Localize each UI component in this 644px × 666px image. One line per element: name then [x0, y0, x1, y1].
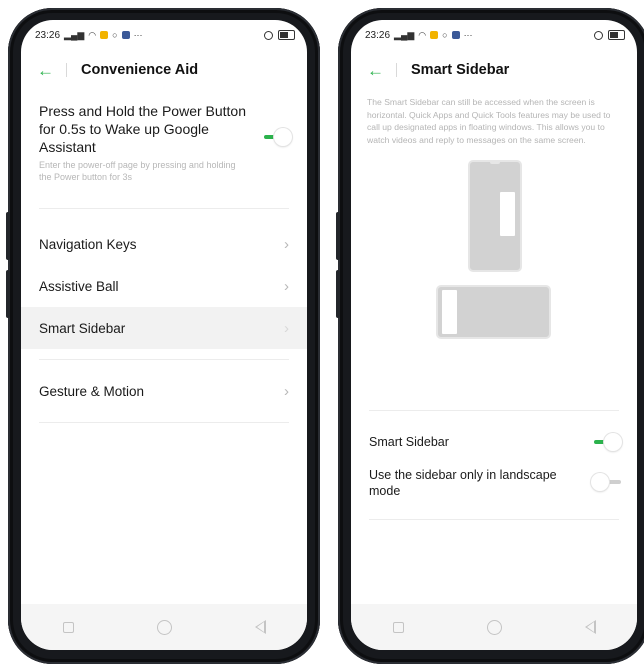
facebook-icon: [451, 31, 460, 39]
divider: [39, 422, 289, 423]
home-icon[interactable]: [156, 619, 172, 635]
smart-sidebar-toggle[interactable]: [591, 433, 623, 451]
divider: [39, 208, 289, 209]
chevron-right-icon: ›: [284, 382, 289, 400]
circle-notification-icon: ○: [442, 30, 448, 40]
sidebar-illustration: [351, 146, 637, 339]
screen-convenience-aid: 23:26 ▂▄▆ ◠ ○ ··· ← Convenience Aid Pres…: [21, 20, 307, 650]
wifi-icon: ◠: [88, 29, 97, 40]
more-notifications: ···: [463, 30, 473, 40]
recent-apps-icon[interactable]: [392, 621, 404, 633]
page-header: ← Convenience Aid: [21, 50, 307, 90]
wifi-icon: ◠: [418, 29, 427, 40]
header-divider: [396, 63, 397, 77]
divider: [369, 519, 619, 520]
setting-label: Smart Sidebar: [369, 435, 449, 449]
setting-label: Use the sidebar only in landscape mode: [369, 468, 557, 498]
notification-app-icon: [430, 31, 439, 39]
menu-item-gesture-motion[interactable]: Gesture & Motion ›: [21, 370, 307, 412]
volume-button: [336, 212, 340, 260]
sidebar-settings-list: Smart Sidebar Use the sidebar only in la…: [351, 410, 637, 520]
setting-smart-sidebar[interactable]: Smart Sidebar: [351, 423, 637, 461]
phone-left: 23:26 ▂▄▆ ◠ ○ ··· ← Convenience Aid Pres…: [6, 8, 320, 664]
menu-item-navigation-keys[interactable]: Navigation Keys ›: [21, 223, 307, 265]
setting-landscape-only[interactable]: Use the sidebar only in landscape mode: [351, 461, 637, 511]
smart-sidebar-description: The Smart Sidebar can still be accessed …: [367, 97, 611, 145]
page-title: Smart Sidebar: [411, 62, 510, 78]
circle-notification-icon: ○: [112, 30, 118, 40]
more-notifications: ···: [133, 30, 143, 40]
status-bar: 23:26 ▂▄▆ ◠ ○ ···: [21, 20, 307, 50]
signal-icon: ▂▄▆: [64, 29, 85, 40]
phone-right: 23:26 ▂▄▆ ◠ ○ ··· ← Smart Sidebar The Sm…: [336, 8, 644, 664]
power-setting-title: Press and Hold the Power Button for 0.5s…: [39, 103, 247, 155]
status-bar: 23:26 ▂▄▆ ◠ ○ ···: [351, 20, 637, 50]
power-button-setting[interactable]: Press and Hold the Power Button for 0.5s…: [21, 90, 307, 208]
vibrate-icon: [264, 30, 273, 40]
header-divider: [66, 63, 67, 77]
back-triangle-icon[interactable]: [254, 620, 266, 634]
signal-icon: ▂▄▆: [394, 29, 415, 40]
divider: [369, 410, 619, 411]
notification-app-icon: [100, 31, 109, 39]
home-icon[interactable]: [486, 619, 502, 635]
volume-button: [6, 270, 10, 318]
page-header: ← Smart Sidebar: [351, 50, 637, 90]
settings-list: Navigation Keys › Assistive Ball › Smart…: [21, 223, 307, 423]
chevron-right-icon: ›: [284, 277, 289, 295]
facebook-icon: [121, 31, 130, 39]
battery-icon: [608, 30, 625, 40]
vibrate-icon: [594, 30, 603, 40]
menu-item-label: Gesture & Motion: [39, 383, 145, 399]
power-assistant-toggle[interactable]: [261, 128, 293, 146]
volume-button: [336, 270, 340, 318]
menu-item-assistive-ball[interactable]: Assistive Ball ›: [21, 265, 307, 307]
menu-item-label: Navigation Keys: [39, 236, 137, 252]
battery-icon: [278, 30, 295, 40]
volume-button: [6, 212, 10, 260]
menu-item-smart-sidebar[interactable]: Smart Sidebar ›: [21, 307, 307, 349]
landscape-phone-illustration: [436, 285, 551, 339]
system-nav-bar: [21, 604, 307, 650]
back-triangle-icon[interactable]: [584, 620, 596, 634]
status-time: 23:26: [35, 29, 61, 41]
divider: [39, 359, 289, 360]
back-arrow-icon[interactable]: ←: [367, 62, 384, 79]
page-title: Convenience Aid: [81, 62, 199, 78]
system-nav-bar: [351, 604, 637, 650]
power-setting-description: Enter the power-off page by pressing and…: [39, 160, 236, 182]
recent-apps-icon[interactable]: [62, 621, 74, 633]
menu-item-label: Assistive Ball: [39, 278, 119, 294]
landscape-only-toggle[interactable]: [591, 473, 623, 491]
menu-item-label: Smart Sidebar: [39, 320, 126, 336]
chevron-right-icon: ›: [284, 235, 289, 253]
sidebar-illustration-bar: [442, 290, 457, 334]
chevron-right-icon: ›: [284, 319, 289, 337]
portrait-phone-illustration: [468, 160, 522, 272]
back-arrow-icon[interactable]: ←: [37, 62, 54, 79]
status-time: 23:26: [365, 29, 391, 41]
screen-smart-sidebar: 23:26 ▂▄▆ ◠ ○ ··· ← Smart Sidebar The Sm…: [351, 20, 637, 650]
sidebar-illustration-bar: [500, 192, 515, 236]
